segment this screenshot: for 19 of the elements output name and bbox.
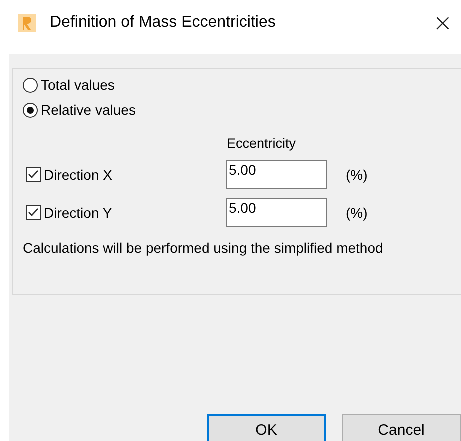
checkbox-label: Direction Y [44, 204, 112, 220]
radio-label: Total values [41, 77, 115, 93]
unit-label: (%) [346, 204, 369, 220]
info-text: Calculations will be performed using the simplified method [23, 240, 384, 256]
value-field[interactable]: 5.00 [226, 198, 327, 227]
checkbox[interactable] [26, 205, 41, 220]
checkbox[interactable] [26, 167, 41, 182]
close-button[interactable]: × [426, 9, 459, 37]
radio-button[interactable] [23, 102, 38, 118]
cancel-button[interactable]: Cancel [342, 414, 461, 441]
unit-label: (%) [346, 166, 369, 182]
radio-button[interactable] [23, 78, 38, 92]
value-field[interactable]: 5.00 [226, 160, 327, 189]
checkbox-label: Direction X [44, 166, 112, 182]
window-title: Definition of Mass Eccentricities [50, 14, 277, 32]
column-header: Eccentricity [226, 136, 298, 151]
ok-button[interactable]: OK [207, 414, 326, 441]
app-logo-icon [18, 14, 36, 32]
radio-label: Relative values [41, 102, 136, 118]
